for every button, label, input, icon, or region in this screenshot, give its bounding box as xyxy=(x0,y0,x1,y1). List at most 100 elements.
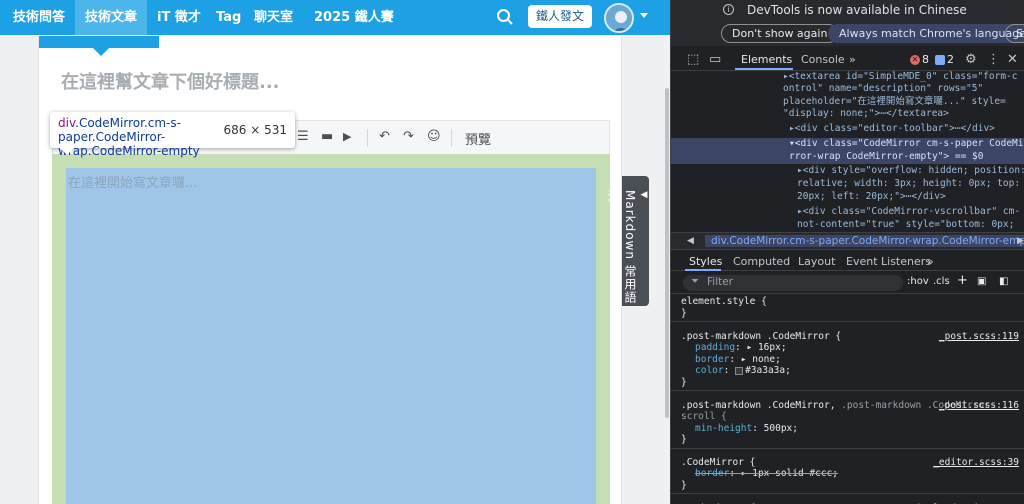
property-name: border xyxy=(695,353,730,365)
rule-source-link[interactable]: _post.scss:119 xyxy=(939,331,1019,343)
css-property[interactable]: padding: ▸ 16px; xyxy=(681,342,1015,354)
inspect-tooltip: div.CodeMirror.cm-s-paper.CodeMirror-wra… xyxy=(50,112,295,158)
style-rule: .CodeMirror {simplemde.min.css:7height: … xyxy=(671,501,1024,504)
avatar-image xyxy=(606,5,632,31)
selector-text: .post-markdown .CodeMirror { xyxy=(681,330,842,342)
inspect-element-icon[interactable]: ⬚ xyxy=(687,52,699,67)
youtube-icon[interactable]: ▶ xyxy=(343,130,351,143)
nav-item-ironman[interactable]: 2025 鐵人賽 xyxy=(314,0,394,35)
rule-close-brace: } xyxy=(681,479,687,491)
active-tab-underline xyxy=(735,68,793,70)
nav-item-tag[interactable]: Tag xyxy=(216,0,241,35)
bullet-list-icon[interactable]: ☰ xyxy=(297,129,309,144)
color-swatch[interactable] xyxy=(735,366,744,375)
tab-layout[interactable]: Layout xyxy=(798,255,835,268)
preview-button[interactable]: 預覽 xyxy=(465,129,491,148)
horizontal-rule-icon[interactable]: ▬ xyxy=(321,129,333,144)
dom-tree-line[interactable]: ▸<div class="editor-toolbar">⋯</div> xyxy=(671,123,1024,136)
property-value: ▸ 16px; xyxy=(746,342,787,353)
post-article-button[interactable]: 鐵人發文 xyxy=(528,5,592,28)
tab-event-listeners[interactable]: Event Listeners xyxy=(846,255,931,268)
property-name: color xyxy=(695,365,724,376)
switch-language-button[interactable]: Sw xyxy=(1005,24,1024,43)
more-options-icon[interactable]: ⋮ xyxy=(987,52,1000,67)
cls-toggle[interactable]: .cls xyxy=(933,276,950,287)
more-tabs-icon[interactable]: » xyxy=(849,53,856,66)
dom-tree-line[interactable]: ▸<textarea id="SimpleMDE_0" class="form-… xyxy=(671,71,1024,84)
hov-toggle[interactable]: :hov xyxy=(907,276,929,287)
nav-item-jobs[interactable]: iT 徵才 xyxy=(157,0,201,35)
dont-show-again-button[interactable]: Don't show again xyxy=(721,24,839,43)
property-value: ▸ 1px solid #ccc; xyxy=(740,468,839,479)
css-property[interactable]: border: ▸ 1px solid #ccc; xyxy=(681,468,1015,480)
dom-tree-line[interactable]: ontrol" name="description" rows="5" xyxy=(671,83,1024,96)
match-language-button[interactable]: Always match Chrome's language xyxy=(828,24,1024,43)
css-property[interactable]: min-height: 500px; xyxy=(681,423,1015,435)
selector-text: element.style { xyxy=(681,296,767,307)
title-input[interactable]: 在這裡幫文章下個好標題... xyxy=(61,68,280,94)
nav-item-qa[interactable]: 技術問答 xyxy=(13,0,65,35)
message-count: 2 xyxy=(947,53,954,66)
dom-tree-line[interactable]: placeholder="在這裡開始寫文章囉..." style= xyxy=(671,96,1024,109)
property-value: ▸ none; xyxy=(740,353,781,365)
new-rule-icon[interactable]: + xyxy=(957,273,968,288)
rule-close-brace: } xyxy=(681,434,687,445)
dom-tree-line[interactable]: not-content="true" style="bottom: 0px; xyxy=(671,219,1024,232)
search-icon[interactable] xyxy=(496,8,514,26)
nav-item-chatroom[interactable]: 聊天室 xyxy=(254,0,293,35)
sidebar-toggle-icon[interactable]: ◧ xyxy=(999,276,1008,287)
language-notice: i DevTools is now available in Chinese D… xyxy=(671,0,1024,46)
breadcrumb-right-icon[interactable]: ▶ xyxy=(1017,236,1024,246)
dom-tree-line[interactable]: ▸<div class="CodeMirror-vscrollbar" cm- xyxy=(671,206,1024,219)
markdown-help-label: Markdown 常用語法 xyxy=(606,190,637,304)
style-rule: .post-markdown .CodeMirror, .post-markdo… xyxy=(671,398,1024,449)
close-icon[interactable]: ✕ xyxy=(1007,52,1018,67)
rule-source-link[interactable]: _editor.scss:39 xyxy=(933,457,1019,469)
dom-tree-line[interactable]: 20px; left: 20px;">⋯</div> xyxy=(671,191,1024,204)
css-property[interactable]: border: ▸ none; xyxy=(681,354,1015,366)
breadcrumb-item[interactable]: div.CodeMirror.cm-s-paper.CodeMirror-wra… xyxy=(705,235,1024,247)
breadcrumb-left-icon[interactable]: ◀ xyxy=(687,236,694,246)
property-name: padding xyxy=(695,342,736,353)
tab-console[interactable]: Console xyxy=(801,53,845,66)
breadcrumb: ◀ div.CodeMirror.cm-s-paper.CodeMirror-w… xyxy=(671,232,1024,250)
rule-selector[interactable]: element.style { xyxy=(681,296,1015,308)
tab-notch xyxy=(93,48,109,56)
scrollbar-thumb[interactable] xyxy=(665,88,669,418)
more-subtabs-icon[interactable]: » xyxy=(927,255,934,268)
property-value: #3a3a3a; xyxy=(745,365,791,376)
rule-source-link[interactable]: _post.scss:116 xyxy=(939,400,1019,412)
computed-toggle-icon[interactable]: ▣ xyxy=(977,276,986,287)
styles-filter-row: ⏷ Filter :hov .cls + ▣ ◧ xyxy=(671,272,1024,294)
dom-tree-line[interactable]: rror-wrap CodeMirror-empty"> == $0 xyxy=(671,151,1024,164)
message-icon[interactable] xyxy=(935,55,945,65)
dom-tree-line[interactable]: "display: none;">⋯</textarea> xyxy=(671,108,1024,121)
undo-icon[interactable]: ↶ xyxy=(379,129,390,144)
rule-close-brace: } xyxy=(681,376,687,388)
info-icon: i xyxy=(723,4,734,15)
settings-icon[interactable]: ⚙ xyxy=(965,52,977,67)
device-toolbar-icon[interactable]: ▭ xyxy=(709,52,721,67)
markdown-help-tab[interactable]: ◀ Markdown 常用語法 xyxy=(606,176,649,306)
chevron-down-icon[interactable] xyxy=(640,13,648,18)
avatar[interactable] xyxy=(604,3,634,33)
tab-computed[interactable]: Computed xyxy=(733,255,790,268)
property-value: 500px; xyxy=(763,422,798,434)
style-rule: .CodeMirror {_editor.scss:39 border: ▸ 1p… xyxy=(671,455,1024,494)
dom-tree-line[interactable]: ▾<div class="CodeMirror cm-s-paper CodeM… xyxy=(671,138,1024,151)
css-property[interactable]: color: #3a3a3a; xyxy=(681,365,1015,377)
tab-elements[interactable]: Elements xyxy=(741,53,792,66)
active-subtab-underline xyxy=(685,269,721,271)
nav-item-articles[interactable]: 技術文章 xyxy=(75,0,148,35)
styles-pane: element.style {} .post-markdown .CodeMirr… xyxy=(671,294,1024,504)
emoji-icon[interactable]: ☺ xyxy=(427,129,441,144)
tab-styles[interactable]: Styles xyxy=(689,255,722,268)
dom-tree-line[interactable]: ▸<div style="overflow: hidden; position: xyxy=(671,165,1024,178)
error-icon[interactable]: ✕ xyxy=(910,55,920,65)
redo-icon[interactable]: ↷ xyxy=(403,129,414,144)
dom-tree-line[interactable]: relative; width: 3px; height: 0px; top: xyxy=(671,178,1024,191)
codemirror-editor[interactable]: 在這裡開始寫文章囉... xyxy=(66,168,596,504)
editor-card: 在這裡幫文章下個好標題... ☰ ▬ ▶ ↶ ↷ ☺ 預覽 在這裡開始寫文章囉.… xyxy=(38,36,622,504)
styles-filter-input[interactable]: ⏷ Filter xyxy=(683,275,903,291)
page-viewport: 技術問答 技術文章 iT 徵才 Tag 聊天室 2025 鐵人賽 鐵人發文 在這… xyxy=(0,0,670,504)
